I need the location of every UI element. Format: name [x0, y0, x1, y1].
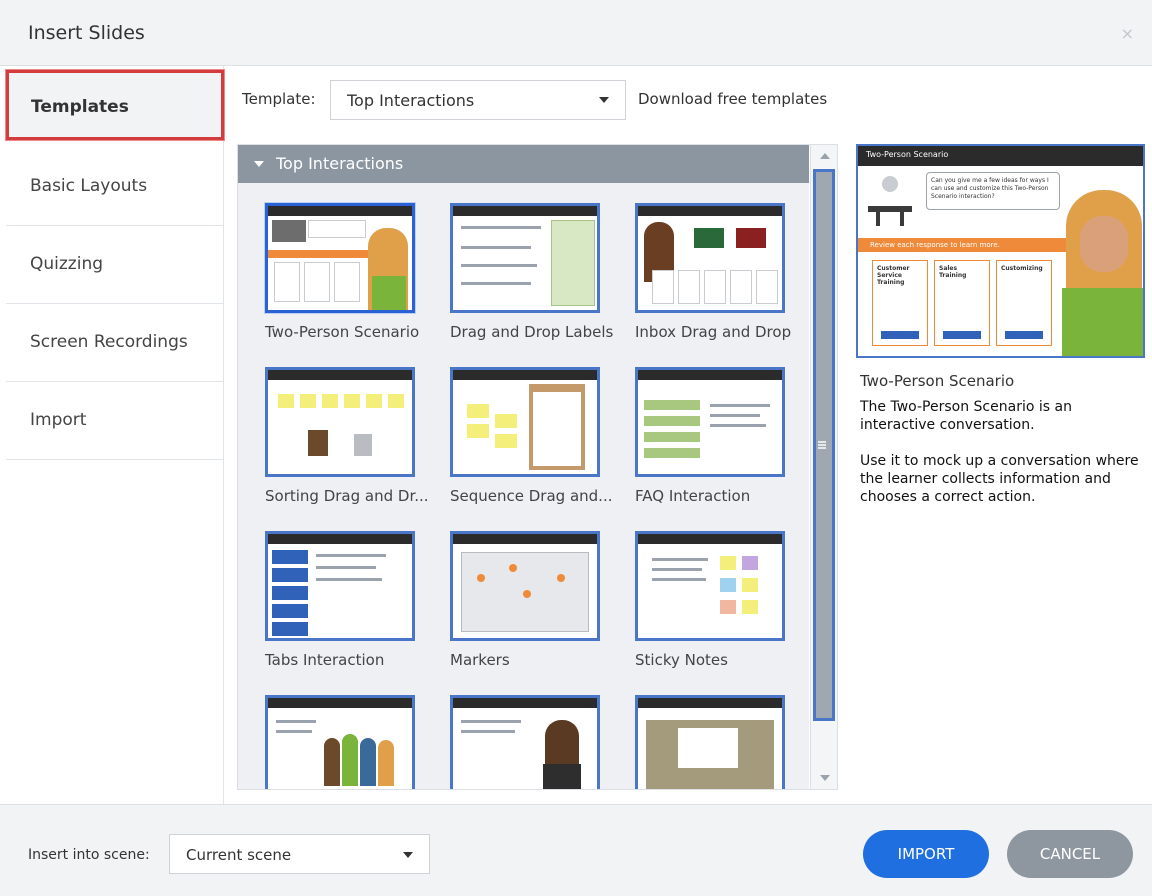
- close-icon[interactable]: ×: [1121, 24, 1134, 43]
- template-label: Template:: [242, 90, 316, 108]
- template-thumbnail: [450, 367, 600, 477]
- gallery-scrollbar[interactable]: [810, 145, 837, 789]
- template-label: Markers: [450, 651, 510, 669]
- sidebar-item-label: Templates: [31, 97, 129, 117]
- scene-dropdown-value: Current scene: [186, 846, 292, 864]
- template-label: Tabs Interaction: [265, 651, 385, 669]
- preview-header-text: Two-Person Scenario: [866, 150, 949, 159]
- sidebar-item-label: Screen Recordings: [30, 332, 188, 352]
- sidebar-item-quizzing[interactable]: Quizzing: [6, 226, 224, 304]
- chevron-down-icon: [599, 97, 609, 103]
- title-bar: Insert Slides ×: [0, 0, 1152, 66]
- cancel-button[interactable]: CANCEL: [1007, 830, 1133, 878]
- preview-description-detail: Use it to mock up a conversation where t…: [860, 453, 1139, 505]
- template-thumbnail: [265, 695, 415, 789]
- preview-header: Two-Person Scenario: [858, 146, 1143, 166]
- chevron-down-icon: [403, 852, 413, 858]
- template-thumbnail: [265, 367, 415, 477]
- scene-dropdown[interactable]: Current scene: [169, 834, 430, 874]
- template-thumbnail: [635, 203, 785, 313]
- scroll-down-icon[interactable]: [820, 775, 830, 781]
- template-label: Drag and Drop Labels: [450, 323, 614, 341]
- grip-icon: [818, 441, 826, 449]
- sidebar-item-templates[interactable]: Templates: [6, 70, 224, 140]
- template-thumbnail: [635, 695, 785, 789]
- sidebar: Templates Basic Layouts Quizzing Screen …: [0, 66, 224, 804]
- download-templates-link[interactable]: Download free templates: [638, 90, 827, 108]
- template-preview: Two-Person Scenario Can you give me a fe…: [856, 144, 1145, 358]
- preview-card-title: Sales Training: [939, 265, 967, 279]
- sidebar-item-import[interactable]: Import: [6, 382, 224, 460]
- template-label: FAQ Interaction: [635, 487, 751, 505]
- preview-banner-text: Review each response to learn more.: [870, 241, 1000, 249]
- preview-description: The Two-Person Scenario is an interactiv…: [860, 399, 1072, 433]
- template-thumbnail: [450, 695, 600, 789]
- collapse-triangle-icon: [254, 161, 264, 167]
- preview-card-title: Customizing: [1001, 265, 1043, 272]
- template-label: Two-Person Scenario: [265, 323, 420, 341]
- sidebar-item-label: Basic Layouts: [30, 176, 148, 196]
- preview-card-title: Customer Service Training: [877, 265, 910, 286]
- template-dropdown-value: Top Interactions: [347, 91, 475, 110]
- template-thumbnail: [450, 531, 600, 641]
- dialog-title: Insert Slides: [28, 22, 145, 44]
- group-header-top-interactions[interactable]: Top Interactions: [238, 145, 809, 183]
- gallery-grid: Two-Person Scenario Drag and Drop Labels: [238, 183, 809, 789]
- insert-into-scene-label: Insert into scene:: [28, 847, 150, 863]
- sidebar-item-basic-layouts[interactable]: Basic Layouts: [6, 148, 224, 226]
- sidebar-item-screen-recordings[interactable]: Screen Recordings: [6, 304, 224, 382]
- template-thumbnail: [450, 203, 600, 313]
- sidebar-item-label: Quizzing: [30, 254, 104, 274]
- template-gallery: Top Interactions Two-Person Scenario Dra…: [237, 144, 838, 790]
- sidebar-item-label: Import: [30, 410, 87, 430]
- template-label: Inbox Drag and Drop: [635, 323, 792, 341]
- template-label: Sequence Drag and...: [450, 487, 613, 505]
- template-thumbnail: [635, 367, 785, 477]
- preview-bubble-text: Can you give me a few ideas for ways I c…: [931, 177, 1049, 200]
- template-dropdown[interactable]: Top Interactions: [330, 80, 626, 120]
- template-label: Sorting Drag and Dr...: [265, 487, 429, 505]
- import-button[interactable]: IMPORT: [863, 830, 989, 878]
- dialog-footer: Insert into scene: Current scene IMPORT …: [0, 804, 1152, 896]
- preview-template-name: Two-Person Scenario: [860, 372, 1015, 390]
- template-thumbnail: [265, 531, 415, 641]
- scroll-up-icon[interactable]: [820, 153, 830, 159]
- template-label: Sticky Notes: [635, 651, 728, 669]
- group-title: Top Interactions: [276, 154, 404, 173]
- template-thumbnail: [635, 531, 785, 641]
- template-thumbnail: [265, 203, 415, 313]
